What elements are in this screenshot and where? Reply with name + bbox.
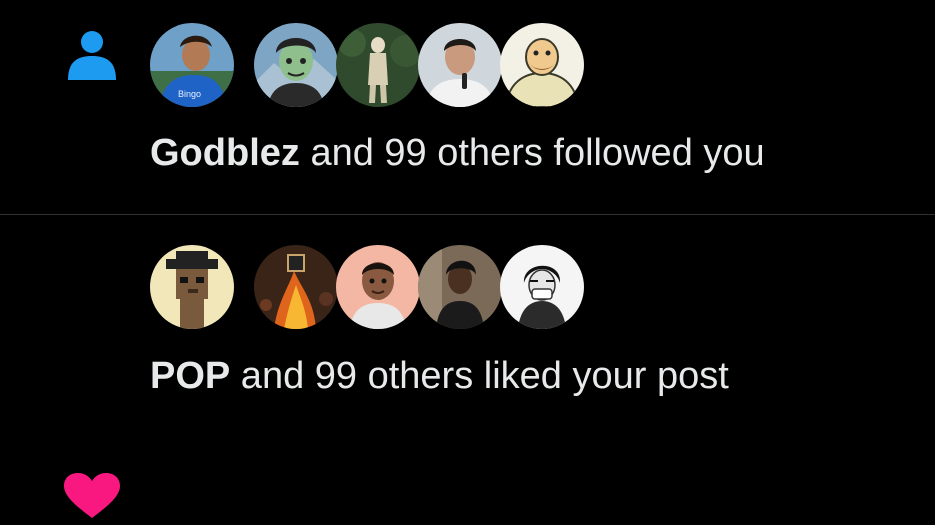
3d-character-avatar[interactable]	[336, 245, 420, 329]
heart-icon	[62, 472, 122, 520]
svg-text:Bingo: Bingo	[178, 89, 201, 99]
woman-portrait-avatar[interactable]	[418, 245, 502, 329]
sketch-mask-avatar[interactable]	[500, 245, 584, 329]
notification-message: and 99 others followed you	[299, 132, 765, 174]
anime-figure-avatar[interactable]	[336, 23, 420, 107]
notification-follow[interactable]: Bingo Godblez and 99 others followed you	[0, 0, 935, 214]
footballer-avatar[interactable]: Bingo	[150, 23, 234, 107]
pixel-punk-avatar[interactable]	[150, 245, 234, 329]
actor-name[interactable]: Godblez	[150, 132, 300, 174]
notification-like[interactable]: POP and 99 others liked your post	[0, 215, 935, 518]
notification-text: Godblez and 99 others followed you	[150, 131, 765, 175]
notification-message: and 99 others liked your post	[230, 355, 729, 397]
speaker-avatar[interactable]	[418, 23, 502, 107]
cartoon-man-avatar[interactable]	[254, 23, 338, 107]
person-icon	[66, 30, 118, 80]
actor-name[interactable]: POP	[150, 355, 230, 397]
fire-art-avatar[interactable]	[254, 245, 338, 329]
notification-text: POP and 99 others liked your post	[150, 354, 729, 398]
cartoon-bald-man-avatar[interactable]	[500, 23, 584, 107]
